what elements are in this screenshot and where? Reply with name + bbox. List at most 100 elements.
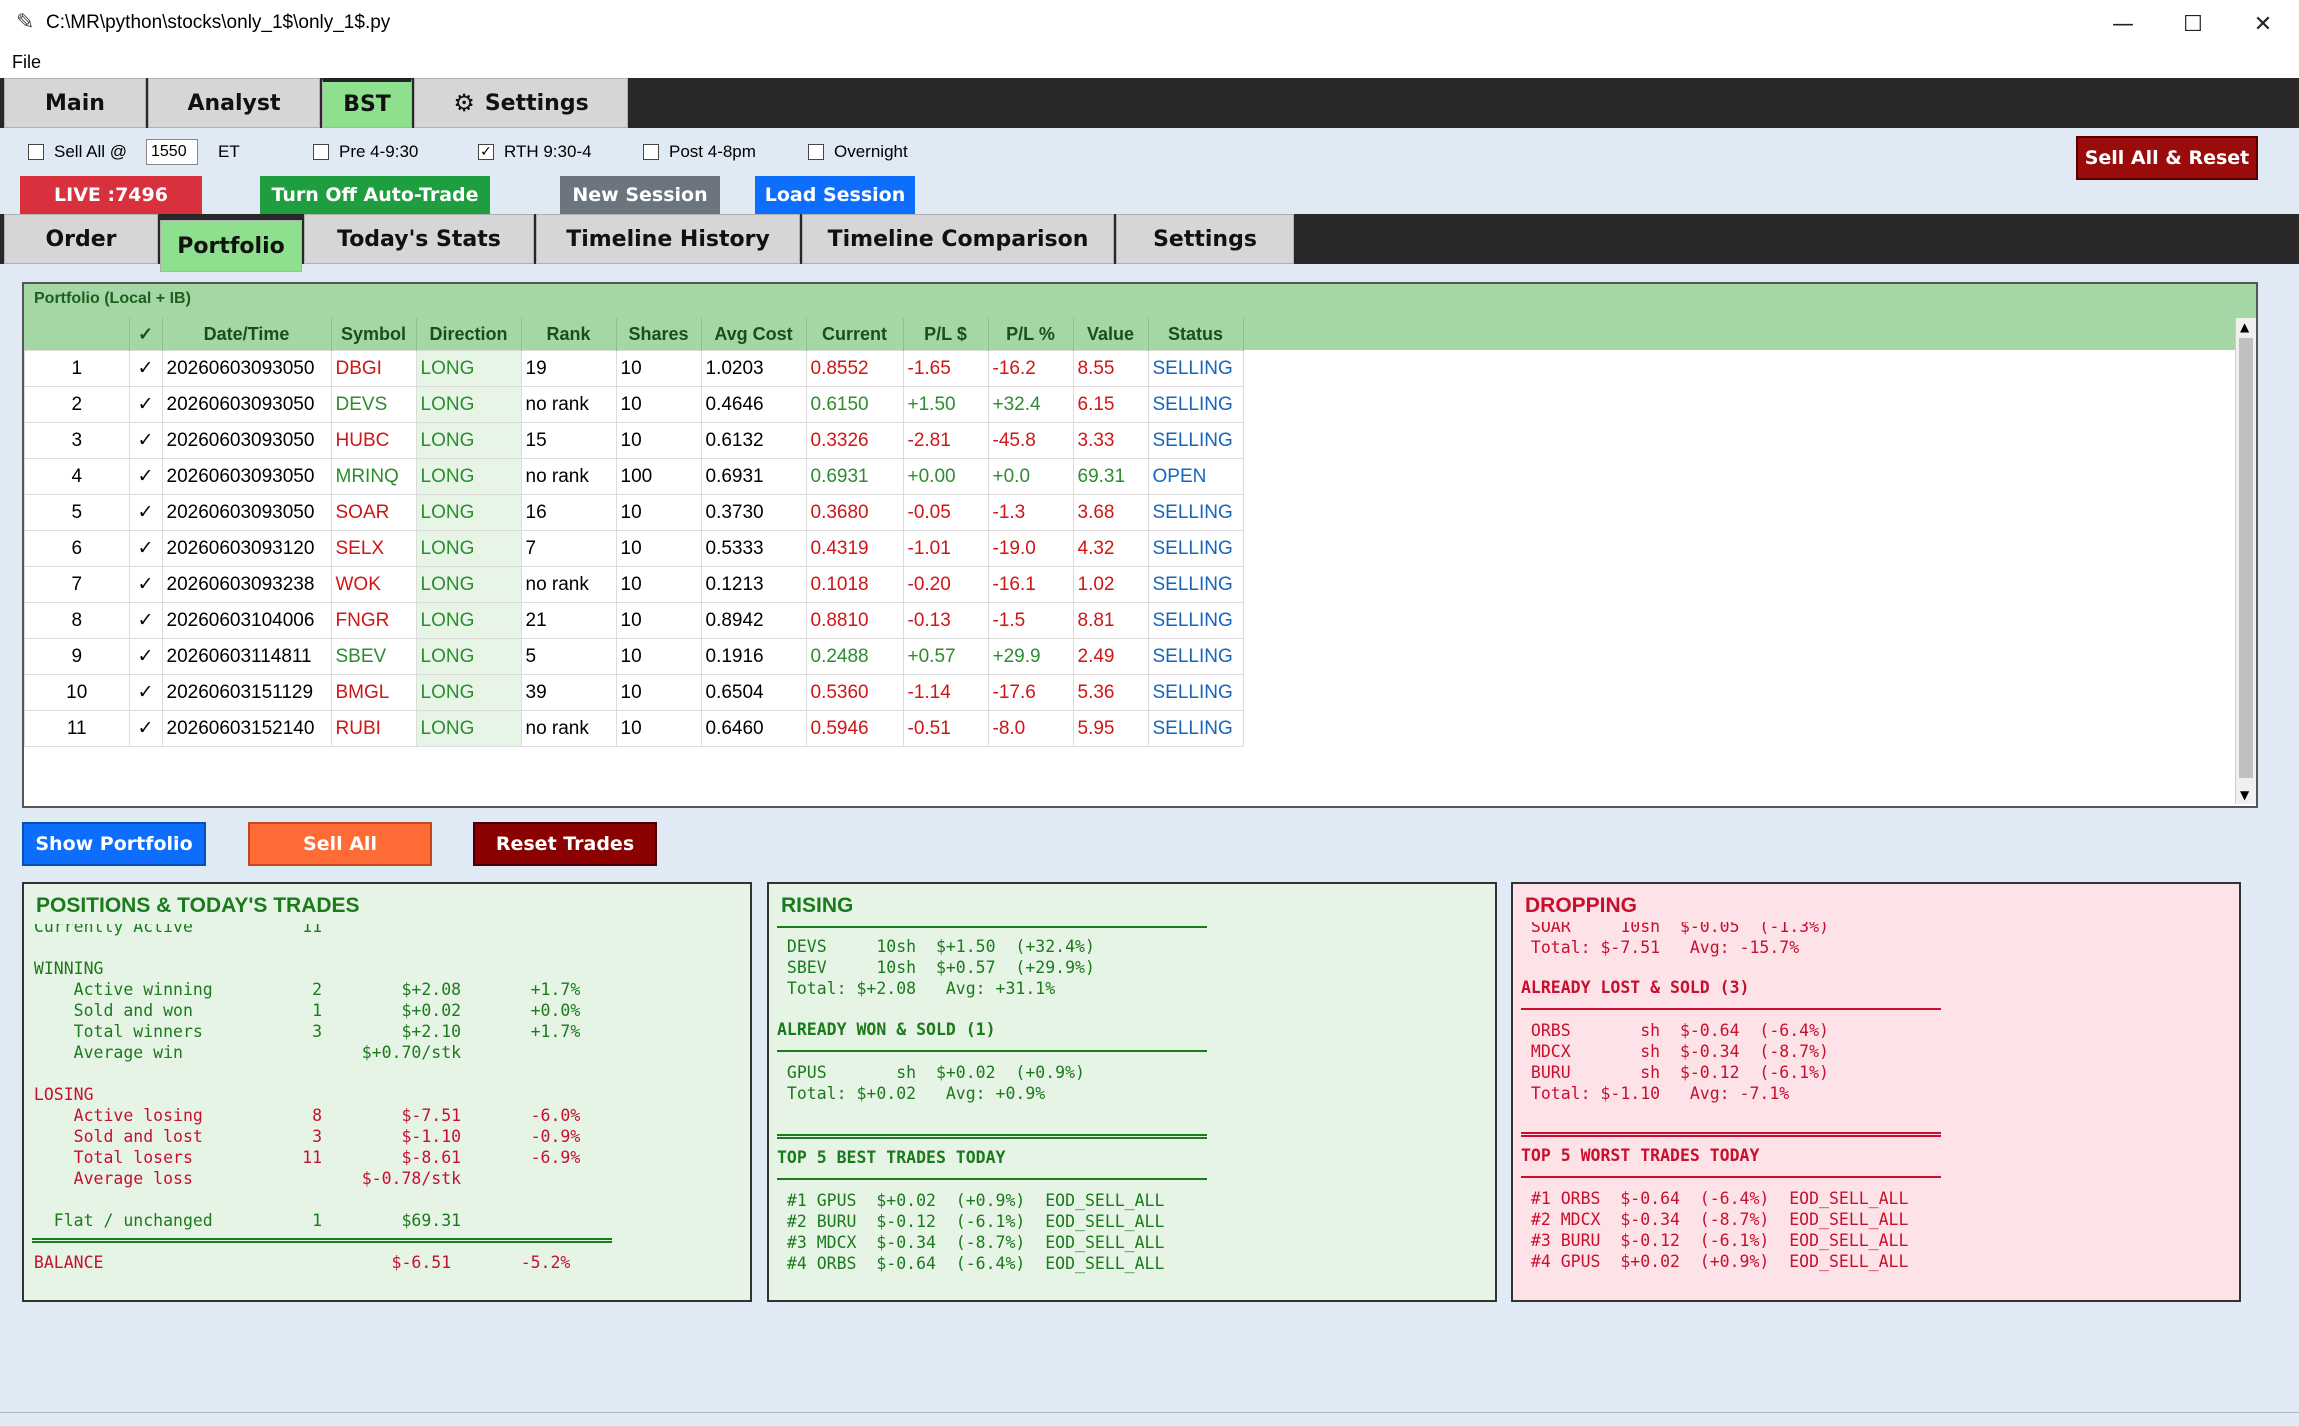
rank-cell: no rank xyxy=(520,566,617,603)
show-portfolio-button[interactable]: Show Portfolio xyxy=(22,822,206,866)
datetime-cell: 20260603114811 xyxy=(161,638,332,675)
close-button[interactable]: ✕ xyxy=(2228,0,2298,48)
column-header[interactable]: Rank xyxy=(521,318,617,351)
post-market-checkbox[interactable] xyxy=(643,144,659,160)
tab-settings-top[interactable]: ⚙ Settings xyxy=(414,78,628,128)
top-worst-trades-heading: TOP 5 WORST TRADES TODAY xyxy=(1521,1146,1760,1165)
pl-dollar-cell: -0.05 xyxy=(902,494,989,531)
shares-cell: 10 xyxy=(615,602,702,639)
tab-timeline-comparison[interactable]: Timeline Comparison xyxy=(802,214,1114,264)
rank-cell: 16 xyxy=(520,494,617,531)
value-cell: 4.32 xyxy=(1072,530,1149,567)
datetime-cell: 20260603151129 xyxy=(161,674,332,711)
table-row[interactable]: 11 ✓ 20260603152140 RUBI LONG no rank 10 0.6460… xyxy=(24,710,1244,747)
column-header[interactable] xyxy=(24,318,130,351)
table-row[interactable]: 9 ✓ 20260603114811 SBEV LONG 5 10 0.1916 0.2488 +… xyxy=(24,638,1244,675)
symbol-cell: SELX xyxy=(330,530,417,567)
rth-checkbox[interactable]: ✓ xyxy=(478,144,494,160)
table-row[interactable]: 6 ✓ 20260603093120 SELX LONG 7 10 0.5333 0.4319-… xyxy=(24,530,1244,567)
sell-all-checkbox[interactable] xyxy=(28,144,44,160)
value-cell: 2.49 xyxy=(1072,638,1149,675)
shares-cell: 10 xyxy=(615,350,702,387)
value-cell: 3.33 xyxy=(1072,422,1149,459)
sub-tab-strip: Order Portfolio Today's Stats Timeline H… xyxy=(0,214,2299,272)
overnight-checkbox[interactable] xyxy=(808,144,824,160)
checked-cell: ✓ xyxy=(128,350,163,387)
column-header[interactable]: Symbol xyxy=(331,318,417,351)
tab-timeline-history[interactable]: Timeline History xyxy=(536,214,800,264)
table-row[interactable]: 1 ✓ 20260603093050 DBGI LONG 19 10 1.0203 0.8552… xyxy=(24,350,1244,387)
scrollbar-thumb[interactable] xyxy=(2239,338,2253,778)
table-row[interactable]: 5 ✓ 20260603093050 SOAR LONG 16 10 0.3730 0.3680… xyxy=(24,494,1244,531)
menu-file[interactable]: File xyxy=(12,52,41,73)
column-header[interactable]: Status xyxy=(1148,318,1244,351)
rank-cell: 5 xyxy=(520,638,617,675)
tab-order[interactable]: Order xyxy=(4,214,158,264)
scroll-down-arrow-icon[interactable]: ▼ xyxy=(2240,788,2249,802)
rth-label: RTH 9:30-4 xyxy=(504,142,592,161)
datetime-cell: 20260603104006 xyxy=(161,602,332,639)
reset-trades-button[interactable]: Reset Trades xyxy=(473,822,657,866)
tab-todays-stats[interactable]: Today's Stats xyxy=(304,214,534,264)
new-session-button[interactable]: New Session xyxy=(560,176,720,214)
current-price-cell: 0.8552 xyxy=(805,350,904,387)
live-connection-button[interactable]: LIVE :7496 xyxy=(20,176,202,214)
dropping-title: DROPPING xyxy=(1525,894,1638,917)
tab-settings-sub[interactable]: Settings xyxy=(1116,214,1294,264)
column-header[interactable]: ✓ xyxy=(129,318,163,351)
column-header[interactable]: P/L % xyxy=(988,318,1074,351)
column-header[interactable]: Shares xyxy=(616,318,702,351)
positions-flat-text: Flat / unchanged 1 $69.31 xyxy=(24,1211,462,1230)
direction-cell: LONG xyxy=(415,422,522,459)
sell-time-input[interactable] xyxy=(146,139,198,165)
symbol-cell: SBEV xyxy=(330,638,417,675)
positions-title: POSITIONS & TODAY'S TRADES xyxy=(36,894,360,917)
status-cell: SELLING xyxy=(1147,638,1244,675)
checked-cell: ✓ xyxy=(128,530,163,567)
menu-bar: File xyxy=(0,48,2299,78)
pl-dollar-cell: -0.20 xyxy=(902,566,989,603)
column-header[interactable]: Current xyxy=(806,318,904,351)
pl-dollar-cell: +1.50 xyxy=(902,386,989,423)
divider xyxy=(1521,1008,1941,1010)
avg-cost-cell: 0.8942 xyxy=(700,602,807,639)
auto-trade-toggle-button[interactable]: Turn Off Auto-Trade xyxy=(260,176,490,214)
minimize-button[interactable]: — xyxy=(2088,0,2158,48)
table-row[interactable]: 2 ✓ 20260603093050 DEVS LONG no rank 10 0.4646 0… xyxy=(24,386,1244,423)
current-price-cell: 0.2488 xyxy=(805,638,904,675)
direction-cell: LONG xyxy=(415,566,522,603)
column-header[interactable]: Direction xyxy=(416,318,522,351)
tab-main[interactable]: Main xyxy=(4,78,146,128)
sell-all-button[interactable]: Sell All xyxy=(248,822,432,866)
top-tab-strip: Main Analyst BST ⚙ Settings xyxy=(0,78,2299,128)
column-header[interactable]: P/L $ xyxy=(903,318,989,351)
shares-cell: 10 xyxy=(615,674,702,711)
datetime-cell: 20260603093050 xyxy=(161,458,332,495)
rising-title: RISING xyxy=(781,894,854,917)
table-row[interactable]: 3 ✓ 20260603093050 HUBC LONG 15 10 0.6132 0.3326… xyxy=(24,422,1244,459)
tab-portfolio[interactable]: Portfolio xyxy=(160,220,302,272)
tab-bst[interactable]: BST xyxy=(322,78,412,128)
column-header[interactable]: Avg Cost xyxy=(701,318,807,351)
scroll-up-arrow-icon[interactable]: ▲ xyxy=(2240,320,2249,334)
table-row[interactable]: 8 ✓ 20260603104006 FNGR LONG 21 10 0.8942 0.8810… xyxy=(24,602,1244,639)
sell-all-reset-button[interactable]: Sell All & Reset xyxy=(2076,136,2258,180)
pre-market-checkbox[interactable] xyxy=(313,144,329,160)
table-row[interactable]: 10 ✓ 20260603151129 BMGL LONG 39 10 0.6504 0.536… xyxy=(24,674,1244,711)
load-session-button[interactable]: Load Session xyxy=(755,176,915,214)
pl-percent-cell: +29.9 xyxy=(987,638,1074,675)
direction-cell: LONG xyxy=(415,674,522,711)
column-header[interactable]: Value xyxy=(1073,318,1149,351)
pl-dollar-cell: +0.00 xyxy=(902,458,989,495)
table-row[interactable]: 7 ✓ 20260603093238 WOK LONG no rank 10 0.1213 0.… xyxy=(24,566,1244,603)
tab-analyst[interactable]: Analyst xyxy=(148,78,320,128)
pl-percent-cell: -16.2 xyxy=(987,350,1074,387)
status-bar xyxy=(0,1412,2299,1426)
avg-cost-cell: 0.1213 xyxy=(700,566,807,603)
vertical-scrollbar[interactable]: ▲ ▼ xyxy=(2235,318,2256,804)
table-row[interactable]: 4 ✓ 20260603093050 MRINQ LONG no rank 100 0.693… xyxy=(24,458,1244,495)
maximize-button[interactable]: ☐ xyxy=(2158,0,2228,48)
column-header[interactable]: Date/Time xyxy=(162,318,332,351)
avg-cost-cell: 0.6132 xyxy=(700,422,807,459)
rank-cell: no rank xyxy=(520,458,617,495)
